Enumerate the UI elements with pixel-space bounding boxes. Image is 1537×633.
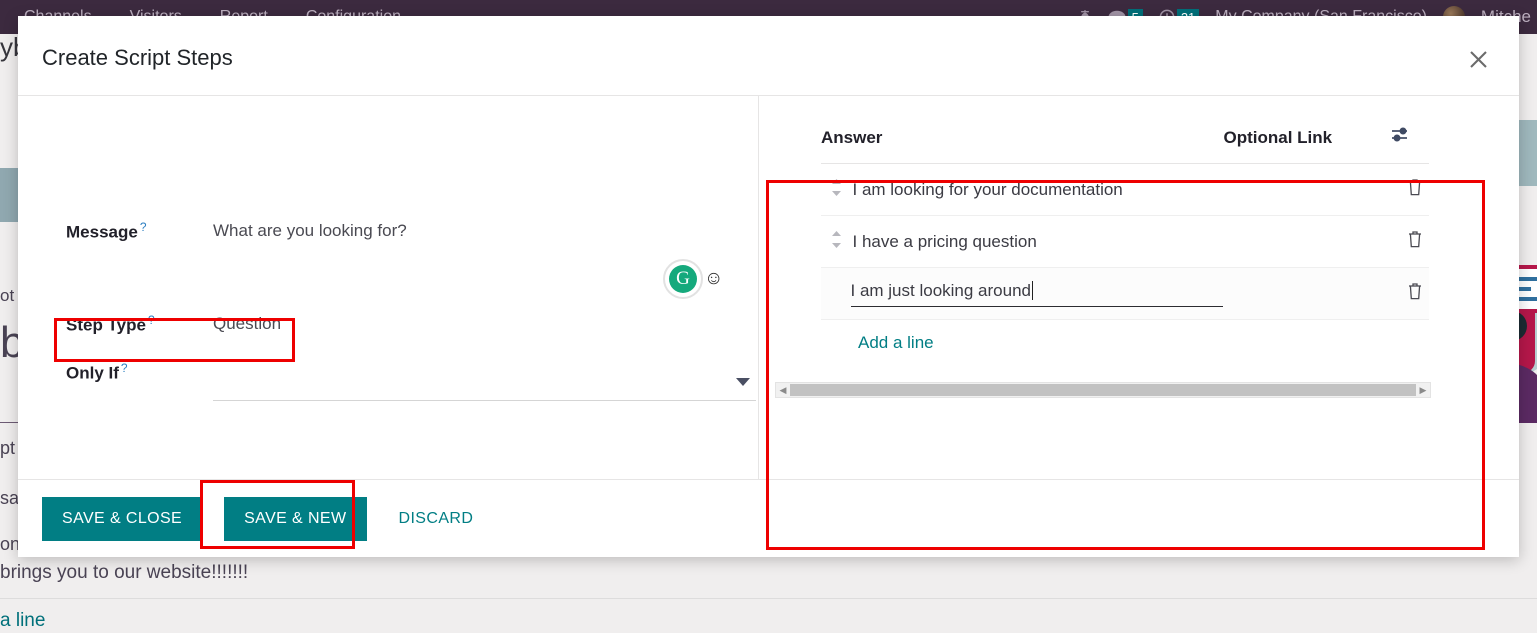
discard-button[interactable]: DISCARD bbox=[383, 497, 490, 541]
optional-link-cell[interactable] bbox=[1223, 215, 1392, 268]
column-header-answer: Answer bbox=[821, 126, 1224, 164]
trash-icon[interactable] bbox=[1391, 163, 1429, 216]
bg-website-line: brings you to our website!!!!!!! bbox=[0, 562, 249, 583]
page-title: Create Script Steps bbox=[42, 45, 233, 70]
only-if-input[interactable] bbox=[213, 372, 756, 401]
answer-input-value: I am just looking around bbox=[850, 280, 1032, 300]
bg-add-line[interactable]: a line bbox=[0, 610, 45, 632]
column-header-optional-link: Optional Link bbox=[1223, 126, 1392, 164]
grammarly-letter: G bbox=[669, 265, 697, 293]
scroll-right-icon[interactable]: ▶ bbox=[1416, 385, 1430, 396]
grammarly-icon[interactable]: G bbox=[663, 259, 703, 299]
table-row[interactable]: I have a pricing question bbox=[821, 215, 1429, 268]
smiley-icon[interactable]: ☺ bbox=[704, 268, 723, 290]
create-script-steps-dialog: Create Script Steps Message? What are yo… bbox=[18, 16, 1519, 557]
scrollbar-thumb[interactable] bbox=[790, 384, 1416, 396]
optional-link-cell[interactable] bbox=[1223, 163, 1392, 216]
drag-handle-icon[interactable] bbox=[821, 163, 852, 216]
answer-text[interactable]: I am looking for your documentation bbox=[851, 163, 1224, 216]
table-row[interactable]: I am looking for your documentation bbox=[821, 163, 1429, 216]
drag-handle-placeholder bbox=[821, 267, 852, 320]
column-settings-icon[interactable] bbox=[1391, 126, 1429, 164]
add-line-row[interactable]: Add a line bbox=[821, 320, 1429, 367]
message-field[interactable]: What are you looking for? bbox=[213, 221, 407, 241]
table-row-editing[interactable]: I am just looking around bbox=[821, 267, 1429, 320]
drag-handle-icon[interactable] bbox=[821, 215, 852, 268]
save-and-close-button[interactable]: SAVE & CLOSE bbox=[42, 496, 203, 541]
answers-table: Answer Optional Link I am looking for yo… bbox=[821, 126, 1429, 366]
bg-fragment-pt: pt bbox=[0, 438, 16, 458]
dialog-footer: SAVE & CLOSE SAVE & NEW DISCARD bbox=[18, 479, 1519, 557]
close-icon[interactable] bbox=[1459, 40, 1497, 78]
answers-table-body: I am looking for your documentation I ha… bbox=[821, 163, 1429, 367]
message-tooltip-icon[interactable]: ? bbox=[140, 220, 147, 234]
dialog-body: Message? What are you looking for? G ☺ S… bbox=[18, 96, 1519, 550]
save-and-new-button[interactable]: SAVE & NEW bbox=[224, 496, 367, 541]
trash-icon[interactable] bbox=[1391, 215, 1429, 268]
chevron-down-icon[interactable] bbox=[736, 378, 750, 386]
add-line-cell: Add a line bbox=[821, 320, 1429, 367]
only-if-tooltip-icon[interactable]: ? bbox=[121, 361, 128, 375]
scroll-left-icon[interactable]: ◀ bbox=[776, 385, 790, 396]
form-pane: Message? What are you looking for? G ☺ S… bbox=[18, 96, 759, 479]
only-if-label: Only If? bbox=[66, 361, 128, 383]
horizontal-scrollbar[interactable]: ◀ ▶ bbox=[775, 382, 1431, 398]
trash-icon[interactable] bbox=[1391, 267, 1429, 320]
answer-input[interactable]: I am just looking around bbox=[850, 280, 1223, 307]
dialog-header: Create Script Steps bbox=[18, 16, 1519, 96]
add-a-line-link[interactable]: Add a line bbox=[822, 333, 934, 352]
bg-divider-2 bbox=[0, 598, 1537, 599]
answers-table-header: Answer Optional Link bbox=[821, 126, 1429, 164]
text-cursor bbox=[1032, 280, 1033, 300]
message-label: Message? bbox=[66, 220, 147, 242]
step-type-tooltip-icon[interactable]: ? bbox=[148, 313, 155, 327]
bg-fragment-ot: ot bbox=[0, 286, 15, 305]
answers-pane: Answer Optional Link I am looking for yo… bbox=[759, 96, 1519, 479]
step-type-label: Step Type? bbox=[66, 313, 155, 335]
answer-text[interactable]: I have a pricing question bbox=[851, 215, 1224, 268]
step-type-field[interactable]: Question bbox=[213, 314, 281, 334]
optional-link-cell[interactable] bbox=[1223, 267, 1392, 320]
answer-input-cell[interactable]: I am just looking around bbox=[850, 267, 1224, 320]
